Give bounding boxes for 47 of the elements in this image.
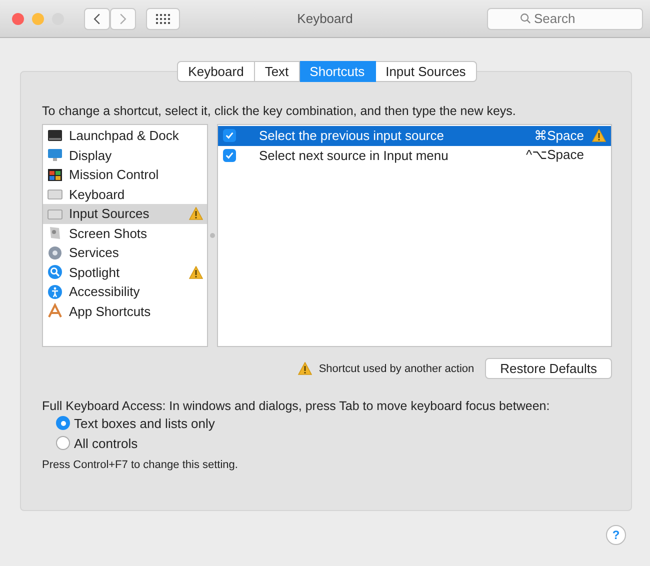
full-keyboard-access-text: Full Keyboard Access: In windows and dialogs, press Tab to move keyboard focus between: [42, 399, 551, 413]
accessibility-icon [47, 284, 63, 300]
minimize-button[interactable] [32, 12, 44, 24]
search-icon [520, 12, 531, 24]
category-item[interactable]: Input Sources [43, 204, 207, 224]
split-handle[interactable] [208, 233, 217, 238]
show-all-button[interactable] [146, 8, 180, 30]
back-button[interactable] [84, 8, 110, 30]
category-item[interactable]: Spotlight [43, 262, 207, 282]
category-item[interactable]: Launchpad & Dock [43, 126, 207, 146]
radio-option[interactable]: Text boxes and lists only [56, 413, 612, 433]
display-icon [47, 147, 63, 164]
conflict-note: Shortcut used by another action [318, 362, 474, 374]
category-item[interactable]: Screen Shots [43, 224, 207, 243]
search-field[interactable]: Search [487, 8, 643, 30]
warning-icon [189, 266, 203, 279]
warning-icon [189, 207, 203, 220]
restore-defaults-button[interactable]: Restore Defaults [485, 358, 612, 379]
window-title: Keyboard [297, 11, 353, 26]
checkbox[interactable] [223, 129, 236, 142]
category-item[interactable]: Keyboard [43, 184, 207, 204]
instruction-text: To change a shortcut, select it, click the key combination, and then type the new keys. [42, 104, 517, 118]
category-item[interactable]: Display [43, 146, 207, 165]
grid-icon [156, 14, 170, 24]
shortcut-row[interactable]: Select next source in Input menu ^⌥Space [218, 146, 611, 165]
radio-option[interactable]: All controls [56, 433, 612, 453]
radio-button[interactable] [56, 416, 70, 430]
chevron-right-icon [119, 12, 127, 24]
warning-icon [592, 129, 606, 142]
radio-button[interactable] [56, 436, 70, 450]
category-item[interactable]: App Shortcuts [43, 302, 207, 321]
mission-control-icon [47, 166, 63, 183]
category-item[interactable]: Services [43, 243, 207, 262]
category-item[interactable]: Mission Control [43, 165, 207, 184]
tab[interactable]: Keyboard [177, 61, 255, 82]
dock-icon [47, 128, 63, 144]
tab[interactable]: Text [254, 61, 300, 82]
shortcut-row[interactable]: Select the previous input source ⌘Space [218, 126, 611, 146]
hint-text: Press Control+F7 to change this setting. [42, 459, 239, 471]
warning-icon [298, 362, 312, 375]
app-icon [47, 303, 63, 320]
category-item[interactable]: Accessibility [43, 282, 207, 302]
tab[interactable]: Input Sources [376, 61, 477, 82]
magnifier-icon [47, 264, 63, 280]
chevron-left-icon [93, 12, 101, 24]
close-button[interactable] [12, 12, 24, 24]
checkbox[interactable] [223, 148, 236, 162]
